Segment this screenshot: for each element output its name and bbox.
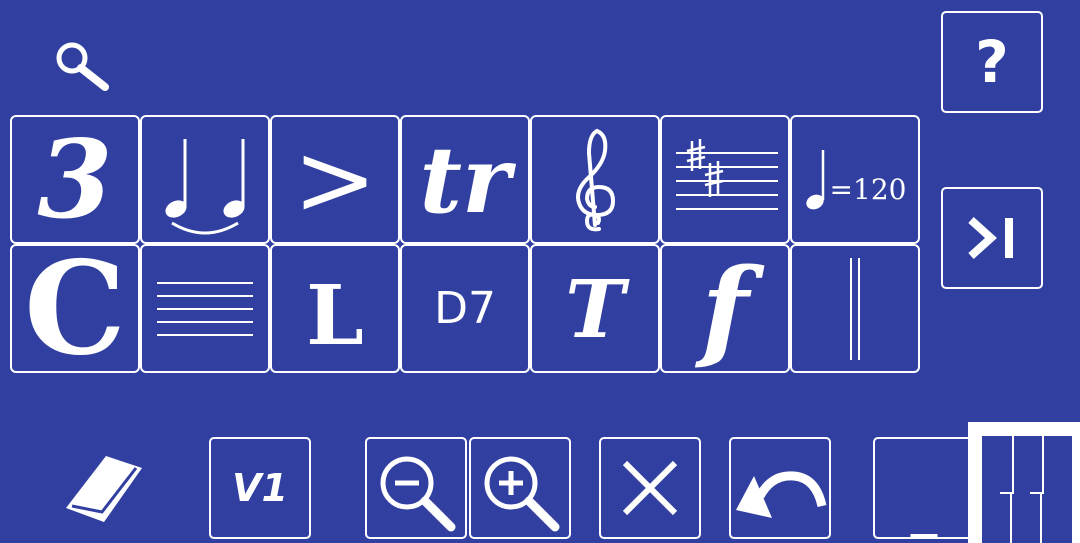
zoom-in-button[interactable] (469, 437, 571, 539)
zoom-in-icon (484, 456, 560, 532)
search-icon (56, 42, 109, 91)
tuplet-cell[interactable]: 3 (10, 115, 140, 244)
help-label: ? (975, 28, 1009, 96)
slur-cell[interactable] (140, 115, 270, 244)
lyrics-cell[interactable]: L (270, 244, 400, 373)
chord-label: D7 (434, 282, 496, 334)
skip-to-end-button[interactable] (941, 187, 1043, 289)
piano-keyboard-icon (982, 436, 1072, 543)
search-button[interactable] (48, 32, 114, 92)
undo-button[interactable] (729, 437, 831, 539)
clef-cell[interactable] (530, 115, 660, 244)
text-label: T (565, 261, 625, 356)
piano-button[interactable] (968, 422, 1080, 543)
minimize-label: _ (910, 476, 938, 539)
barline-cell[interactable] (790, 244, 920, 373)
double-barline-icon (850, 257, 860, 360)
eraser-button[interactable] (58, 448, 148, 528)
tempo-cell[interactable]: =120 (790, 115, 920, 244)
help-button[interactable]: ? (941, 11, 1043, 113)
dynamics-cell[interactable]: f (660, 244, 790, 373)
close-button[interactable] (599, 437, 701, 539)
skip-to-end-icon (968, 217, 1013, 259)
tempo-label: =120 (829, 172, 907, 206)
treble-clef-icon (576, 128, 616, 231)
slur-notes-icon (165, 138, 245, 234)
minimize-button[interactable]: _ (873, 437, 975, 539)
key-signature-icon (676, 138, 778, 210)
dynamics-label: f (701, 244, 749, 373)
accent-label: > (293, 120, 377, 238)
staff-lines-icon (157, 281, 253, 336)
time-signature-label: C (24, 244, 126, 373)
voice-button[interactable]: V1 (209, 437, 311, 539)
trill-cell[interactable]: tr (400, 115, 530, 244)
lyrics-label: L (306, 267, 364, 364)
voice-label: V1 (232, 466, 288, 510)
staff-cell[interactable] (140, 244, 270, 373)
eraser-icon (66, 456, 142, 522)
accent-cell[interactable]: > (270, 115, 400, 244)
time-signature-cell[interactable]: C (10, 244, 140, 373)
zoom-out-icon (380, 456, 456, 532)
key-signature-cell[interactable] (660, 115, 790, 244)
quarter-note-icon (805, 149, 824, 209)
tuplet-label: 3 (37, 116, 113, 243)
undo-icon (736, 471, 827, 518)
chord-cell[interactable]: D7 (400, 244, 530, 373)
trill-label: tr (419, 125, 511, 234)
close-icon (622, 460, 678, 516)
text-cell[interactable]: T (530, 244, 660, 373)
zoom-out-button[interactable] (365, 437, 467, 539)
